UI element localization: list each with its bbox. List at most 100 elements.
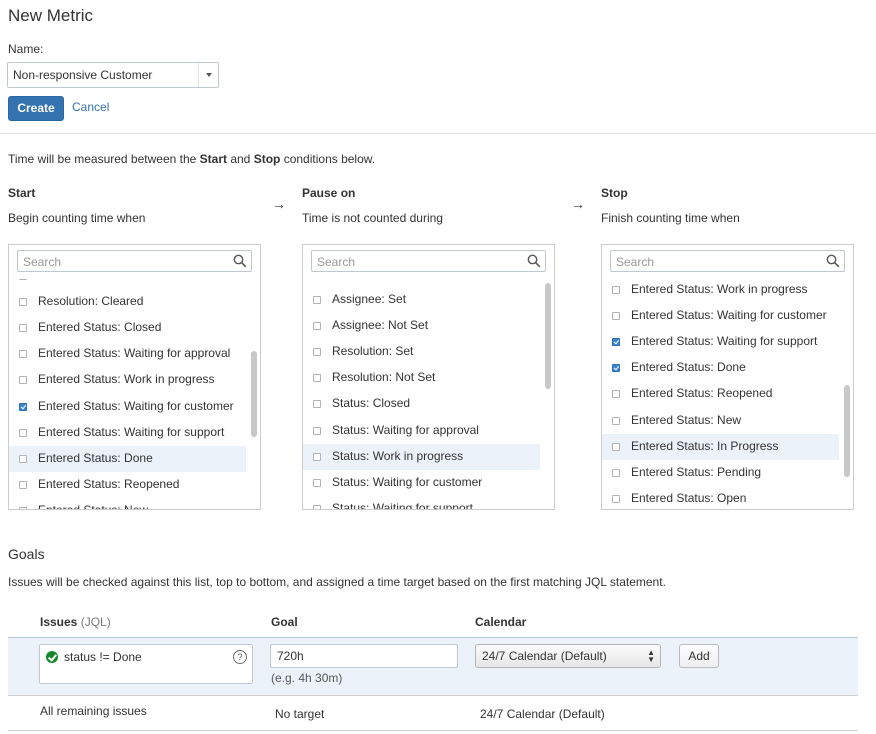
condition-checkbox[interactable] (612, 338, 620, 347)
condition-item[interactable]: Entered Status: In Progress (602, 433, 839, 460)
row-divider (8, 730, 858, 731)
condition-item[interactable]: Entered Status: Waiting for approval (9, 341, 246, 367)
condition-item[interactable]: Entered Status: Reopened (602, 381, 839, 407)
condition-item[interactable]: Entered Status: Pending (602, 460, 839, 486)
condition-item[interactable]: Entered Status: Waiting for support (9, 420, 246, 446)
condition-checkbox[interactable] (19, 428, 27, 437)
condition-checkbox[interactable] (313, 452, 321, 461)
condition-item[interactable]: Entered Status: New (602, 408, 839, 434)
condition-checkbox[interactable] (19, 350, 27, 359)
condition-item[interactable]: Status: Waiting for approval (303, 418, 540, 444)
condition-checkbox[interactable] (313, 400, 321, 409)
add-goal-button[interactable]: Add (679, 644, 719, 668)
condition-label: Entered Status: Done (631, 360, 746, 375)
search-icon (527, 254, 541, 268)
arrow-right-icon: → (571, 196, 585, 212)
cancel-link[interactable]: Cancel (72, 100, 109, 114)
scrollbar[interactable] (544, 279, 552, 507)
condition-item[interactable]: Entered Status: Done (9, 445, 246, 472)
condition-item[interactable]: Entered Status: Waiting for customer (9, 394, 246, 420)
condition-checkbox[interactable] (19, 480, 27, 489)
condition-checkbox[interactable] (612, 286, 620, 294)
condition-item[interactable]: Entered Status: Closed (9, 315, 246, 341)
condition-item[interactable]: Entered Status: Open (602, 486, 839, 509)
condition-label: Entered Status: Open (631, 490, 747, 505)
scrollbar-thumb[interactable] (251, 351, 257, 437)
question-circle-icon[interactable]: ? (233, 650, 247, 664)
name-combobox[interactable]: Non-responsive Customer (7, 62, 219, 88)
remaining-issues-label: All remaining issues (40, 704, 147, 718)
condition-item[interactable]: Resolution: Set (9, 279, 246, 289)
scrollbar[interactable] (843, 279, 851, 507)
condition-checkbox[interactable] (313, 374, 321, 383)
condition-label: Entered Status: Closed (38, 320, 162, 335)
condition-checkbox[interactable] (19, 506, 27, 509)
condition-checkbox[interactable] (19, 402, 27, 411)
condition-checkbox[interactable] (313, 504, 321, 509)
condition-item[interactable]: Assignee: Set (303, 287, 540, 313)
condition-checkbox[interactable] (612, 468, 620, 477)
stop-conditions-list[interactable]: Entered Status: Work in progress Entered … (602, 279, 839, 509)
jql-value[interactable]: status != Done (64, 650, 142, 664)
pause-conditions-list[interactable]: Assignee: Set Assignee: Not Set Resolution… (303, 279, 540, 509)
condition-checkbox[interactable] (612, 442, 620, 451)
condition-item[interactable]: Entered Status: Waiting for customer (602, 303, 839, 329)
condition-checkbox[interactable] (313, 322, 321, 331)
condition-checkbox[interactable] (19, 454, 27, 463)
search-placeholder: Search (616, 255, 655, 269)
chevron-down-icon[interactable] (198, 63, 218, 87)
condition-item[interactable]: Entered Status: Work in progress (9, 367, 246, 393)
condition-item[interactable]: Assignee: Not Set (303, 313, 540, 339)
condition-checkbox[interactable] (19, 298, 27, 307)
calendar-select[interactable]: 24/7 Calendar (Default) ▲ ▼ (475, 644, 661, 668)
condition-item[interactable]: Entered Status: Reopened (9, 472, 246, 498)
condition-checkbox[interactable] (19, 376, 27, 385)
start-conditions-list[interactable]: Resolution: Set Resolution: Cleared Entere… (9, 279, 246, 509)
condition-item[interactable]: Status: Waiting for customer (303, 470, 540, 496)
condition-checkbox[interactable] (612, 364, 620, 373)
condition-item[interactable]: Resolution: Cleared (9, 289, 246, 315)
condition-checkbox[interactable] (313, 478, 321, 487)
calendar-value[interactable]: 24/7 Calendar (Default) (482, 649, 607, 663)
condition-item[interactable]: Entered Status: New (9, 498, 246, 509)
condition-label: Entered Status: Done (38, 450, 153, 465)
goal-input[interactable]: 720h (270, 644, 458, 668)
condition-checkbox[interactable] (612, 416, 620, 425)
goal-value[interactable]: 720h (277, 649, 304, 663)
create-button[interactable]: Create (8, 96, 64, 121)
pause-search-input[interactable]: Search (311, 250, 546, 272)
name-value[interactable]: Non-responsive Customer (13, 68, 152, 82)
condition-checkbox[interactable] (612, 390, 620, 399)
condition-checkbox[interactable] (612, 494, 620, 503)
condition-label: Resolution: Not Set (332, 370, 436, 385)
scrollbar-thumb[interactable] (545, 283, 551, 389)
condition-item[interactable]: Resolution: Not Set (303, 365, 540, 391)
condition-checkbox[interactable] (19, 279, 27, 280)
jql-input[interactable]: status != Done ? (39, 644, 253, 684)
condition-checkbox[interactable] (612, 312, 620, 321)
condition-label: Entered Status: Reopened (631, 386, 773, 401)
condition-label: Entered Status: In Progress (631, 438, 779, 453)
stop-search-input[interactable]: Search (610, 250, 845, 272)
condition-item[interactable]: Entered Status: Done (602, 355, 839, 381)
condition-item[interactable]: Entered Status: Work in progress (602, 279, 839, 303)
condition-checkbox[interactable] (313, 348, 321, 357)
arrow-right-icon: → (272, 196, 286, 212)
condition-item[interactable]: Status: Closed (303, 391, 540, 417)
start-search-input[interactable]: Search (17, 250, 252, 272)
select-arrows-icon: ▲ ▼ (647, 648, 655, 664)
condition-item[interactable]: Entered Status: Waiting for support (602, 329, 839, 355)
condition-item[interactable]: Status: Waiting for support (303, 496, 540, 509)
condition-checkbox[interactable] (313, 296, 321, 304)
condition-checkbox[interactable] (19, 324, 27, 333)
scrollbar[interactable] (250, 279, 258, 507)
condition-item[interactable]: Resolution: Set (303, 339, 540, 365)
scrollbar-thumb[interactable] (844, 385, 850, 477)
condition-checkbox[interactable] (313, 426, 321, 435)
goal-column-header: Goal (271, 615, 298, 629)
search-icon (826, 254, 840, 268)
page-title: New Metric (8, 6, 94, 25)
condition-item[interactable]: Status: Work in progress (303, 443, 540, 470)
pause-subtitle: Time is not counted during (302, 211, 443, 225)
condition-label: Entered Status: Reopened (38, 476, 180, 491)
